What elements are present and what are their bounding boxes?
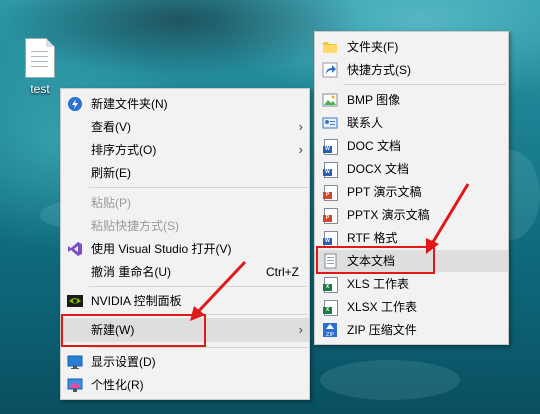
annotation-arrows (190, 183, 470, 321)
annotation-arrow-to-text-document (426, 183, 470, 254)
annotation-arrow-to-new (190, 260, 247, 321)
